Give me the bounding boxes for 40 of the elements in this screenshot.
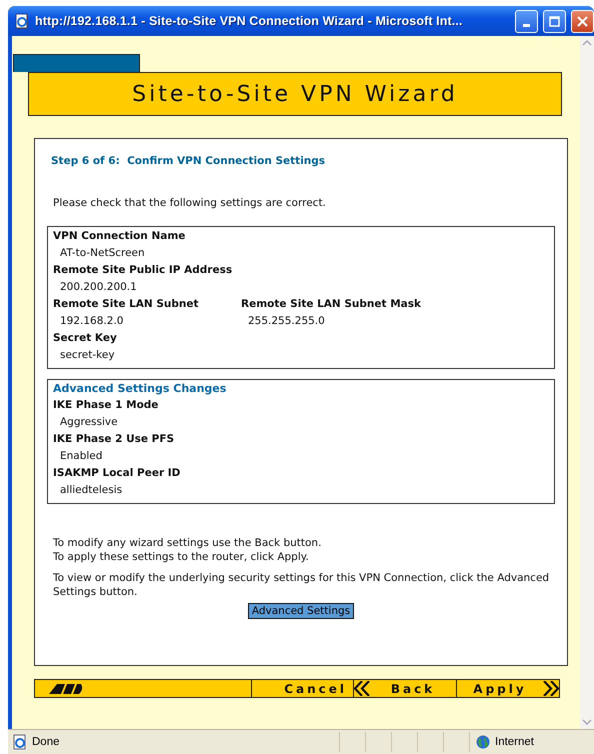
field-label: IKE Phase 2 Use PFS [53, 432, 176, 447]
field-value: alliedtelesis [59, 483, 124, 498]
step-title: Step 6 of 6: Confirm VPN Connection Settings [51, 155, 326, 167]
window-title: http://192.168.1.1 - Site-to-Site VPN Connection Wizard - Microsoft Int... [35, 14, 464, 28]
close-icon [577, 16, 588, 26]
field-value: 192.168.2.0 [59, 314, 124, 329]
field-value: AT-to-NetScreen [59, 246, 146, 261]
field-label: Remote Site Public IP Address [53, 263, 234, 278]
double-chevron-left-icon [354, 681, 370, 696]
field-value: secret-key [59, 348, 116, 363]
field-label: Remote Site LAN Subnet [53, 297, 200, 312]
intro-text: Please check that the following settings are correct. [53, 197, 327, 209]
maximize-icon [549, 16, 560, 26]
globe-icon [476, 735, 490, 749]
field-value: Enabled [59, 449, 104, 464]
minimize-button[interactable] [515, 10, 538, 32]
apply-button[interactable]: Apply [456, 680, 559, 697]
field-value: 255.255.255.0 [247, 314, 326, 329]
close-button[interactable] [571, 10, 594, 32]
minimize-icon [523, 24, 530, 26]
maximize-button[interactable] [543, 10, 566, 32]
advanced-settings-button[interactable]: Advanced Settings [248, 603, 354, 619]
zone-text: Internet [495, 736, 534, 748]
instruction-text: To apply these settings to the router, click Apply. [53, 550, 310, 564]
status-text: Done [32, 736, 60, 748]
field-value: Aggressive [59, 415, 119, 430]
field-label: Remote Site LAN Subnet Mask [241, 297, 422, 312]
instruction-text: To modify any wizard settings use the Back button. [53, 536, 322, 550]
instruction-text: To view or modify the underlying security settings for this VPN Connection, click the Advanced Settings button. [53, 571, 550, 599]
page-icon [12, 734, 28, 750]
wizard-title: Site-to-Site VPN Wizard [132, 82, 458, 106]
field-value: 200.200.200.1 [59, 280, 138, 295]
logo-icon [49, 684, 83, 694]
box-heading: Advanced Settings Changes [53, 381, 228, 397]
field-label: VPN Connection Name [53, 229, 186, 244]
field-label: Secret Key [53, 331, 118, 346]
browser-page-icon [14, 13, 30, 29]
field-label: ISAKMP Local Peer ID [53, 466, 182, 481]
double-chevron-right-icon [543, 681, 559, 696]
field-label: IKE Phase 1 Mode [53, 398, 160, 413]
